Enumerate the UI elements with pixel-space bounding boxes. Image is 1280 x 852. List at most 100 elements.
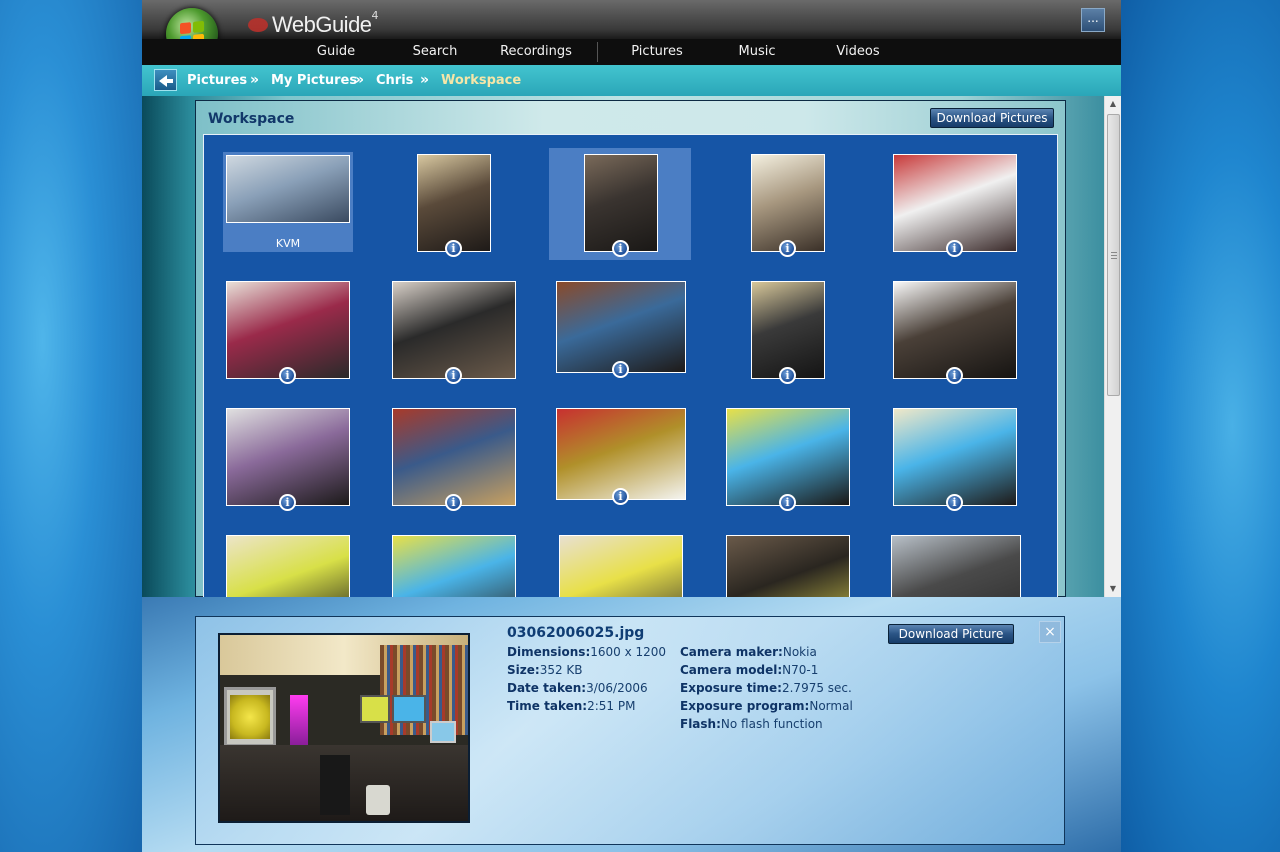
- picture-thumbnail[interactable]: [392, 281, 516, 379]
- scroll-down-icon[interactable]: ▼: [1108, 584, 1118, 594]
- picture-thumbnail[interactable]: [556, 281, 686, 373]
- nav-divider: [597, 42, 598, 62]
- download-pictures-button[interactable]: Download Pictures: [930, 108, 1054, 128]
- info-icon[interactable]: i: [445, 240, 462, 257]
- meta-dimensions: Dimensions:1600 x 1200: [507, 645, 666, 659]
- picture-thumbnail[interactable]: [392, 408, 516, 506]
- crumb-pictures[interactable]: Pictures: [187, 65, 247, 96]
- info-icon[interactable]: i: [779, 240, 796, 257]
- meta-label: Dimensions:: [507, 645, 591, 659]
- meta-label: Flash:: [680, 717, 721, 731]
- nav-search[interactable]: Search: [405, 39, 465, 65]
- meta-value: Nokia: [782, 645, 817, 659]
- picture-thumbnail[interactable]: [559, 535, 683, 597]
- info-icon[interactable]: i: [946, 367, 963, 384]
- info-icon[interactable]: i: [946, 494, 963, 511]
- meta-label: Exposure time:: [680, 681, 782, 695]
- webguide-app: WebGuide 4 ... Guide Search Recordings P…: [142, 0, 1121, 852]
- crumb-chris[interactable]: Chris: [376, 65, 413, 96]
- crumb-current: Workspace: [441, 73, 522, 88]
- more-menu-button[interactable]: ...: [1081, 8, 1105, 32]
- scroll-up-icon[interactable]: ▲: [1108, 99, 1118, 109]
- info-icon[interactable]: i: [612, 488, 629, 505]
- picture-thumbnail[interactable]: [226, 535, 350, 597]
- breadcrumb: Pictures » My Pictures » Chris » Workspa…: [142, 65, 1121, 96]
- nav-guide[interactable]: Guide: [306, 39, 366, 65]
- meta-label: Exposure program:: [680, 699, 810, 713]
- nav-pictures[interactable]: Pictures: [627, 39, 687, 65]
- picture-thumbnail[interactable]: [891, 535, 1021, 597]
- meta-exposure-program: Exposure program:Normal: [680, 699, 853, 713]
- info-icon[interactable]: i: [612, 240, 629, 257]
- picture-thumbnail[interactable]: [726, 408, 850, 506]
- picture-thumbnail[interactable]: [226, 281, 350, 379]
- meta-value: N70-1: [782, 663, 819, 677]
- meta-label: Camera maker:: [680, 645, 783, 659]
- content-scrollbar[interactable]: ▲ ▼: [1104, 96, 1121, 597]
- meta-value: 1600 x 1200: [590, 645, 667, 659]
- info-icon[interactable]: i: [279, 367, 296, 384]
- content-area: Workspace Download Pictures KVM i i i i i i i i i…: [142, 96, 1104, 597]
- meta-value: No flash function: [720, 717, 823, 731]
- picture-thumbnail[interactable]: [392, 535, 516, 597]
- download-picture-button[interactable]: Download Picture: [888, 624, 1014, 644]
- crumb-separator: »: [420, 72, 430, 88]
- logo-version: 4: [371, 9, 379, 22]
- picture-preview[interactable]: [218, 633, 470, 823]
- meta-value: 2.7975 sec.: [781, 681, 852, 695]
- meta-value: 352 KB: [539, 663, 583, 677]
- picture-thumbnail[interactable]: [556, 408, 686, 500]
- logo-mark-icon: [248, 18, 268, 32]
- picture-details: 03062006025.jpg Dimensions:1600 x 1200 S…: [195, 616, 1065, 845]
- meta-size: Size:352 KB: [507, 663, 583, 677]
- crumb-separator: »: [355, 72, 365, 88]
- meta-value: 2:51 PM: [587, 699, 636, 713]
- info-icon[interactable]: i: [279, 494, 296, 511]
- info-icon[interactable]: i: [445, 367, 462, 384]
- info-icon[interactable]: i: [779, 367, 796, 384]
- gallery-title: Workspace: [208, 111, 295, 127]
- meta-flash: Flash:No flash function: [680, 717, 823, 731]
- app-header: WebGuide 4 ... Guide Search Recordings P…: [142, 0, 1121, 65]
- picture-filename: 03062006025.jpg: [507, 625, 645, 641]
- picture-thumbnail[interactable]: [893, 281, 1017, 379]
- picture-thumbnail[interactable]: [726, 535, 850, 597]
- meta-camera-model: Camera model:N70-1: [680, 663, 818, 677]
- picture-thumbnail[interactable]: [751, 281, 825, 379]
- nav-music[interactable]: Music: [727, 39, 787, 65]
- picture-thumbnail[interactable]: [893, 408, 1017, 506]
- folder-thumbnail[interactable]: [226, 155, 350, 223]
- info-icon[interactable]: i: [946, 240, 963, 257]
- desktop-background-left: [0, 0, 142, 852]
- picture-thumbnail[interactable]: [751, 154, 825, 252]
- scroll-thumb[interactable]: [1107, 114, 1120, 396]
- main-nav: Guide Search Recordings Pictures Music V…: [142, 39, 1121, 65]
- meta-label: Camera model:: [680, 663, 783, 677]
- picture-thumbnail[interactable]: [417, 154, 491, 252]
- crumb-my-pictures[interactable]: My Pictures: [271, 65, 357, 96]
- meta-time-taken: Time taken:2:51 PM: [507, 699, 635, 713]
- meta-label: Date taken:: [507, 681, 587, 695]
- back-button[interactable]: [154, 69, 177, 91]
- close-icon[interactable]: ×: [1039, 621, 1061, 643]
- picture-thumbnail[interactable]: [584, 154, 658, 252]
- thumbnail-grid: KVMiiiiiiiiiiiiiiiiiii: [203, 134, 1058, 597]
- crumb-separator: »: [250, 72, 260, 88]
- info-icon[interactable]: i: [779, 494, 796, 511]
- meta-value: 3/06/2006: [586, 681, 648, 695]
- meta-value: Normal: [809, 699, 853, 713]
- info-icon[interactable]: i: [612, 361, 629, 378]
- meta-label: Time taken:: [507, 699, 588, 713]
- meta-exposure-time: Exposure time:2.7975 sec.: [680, 681, 852, 695]
- picture-thumbnail[interactable]: [226, 408, 350, 506]
- nav-recordings[interactable]: Recordings: [494, 39, 578, 65]
- folder-label: KVM: [275, 237, 301, 250]
- desktop-background-right: [1121, 0, 1280, 852]
- info-icon[interactable]: i: [445, 494, 462, 511]
- meta-label: Size:: [507, 663, 540, 677]
- meta-camera-maker: Camera maker:Nokia: [680, 645, 817, 659]
- nav-videos[interactable]: Videos: [828, 39, 888, 65]
- logo-text: WebGuide: [272, 12, 372, 37]
- picture-thumbnail[interactable]: [893, 154, 1017, 252]
- webguide-logo: WebGuide 4: [248, 9, 379, 38]
